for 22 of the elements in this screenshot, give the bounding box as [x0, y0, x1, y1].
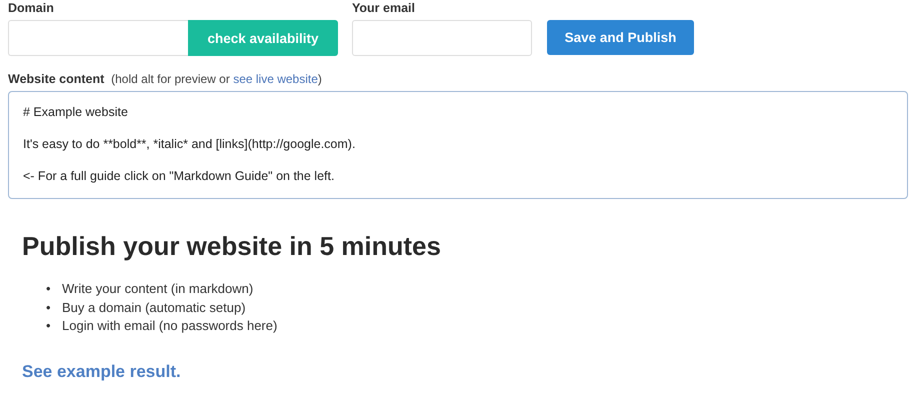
- example-result-link[interactable]: See example result.: [22, 362, 181, 382]
- hint-end-text: ): [318, 72, 322, 86]
- hint-text: (hold alt for preview or: [110, 72, 231, 86]
- bullet-item: Login with email (no passwords here): [62, 317, 278, 335]
- live-website-link[interactable]: see live website: [233, 72, 318, 86]
- editor-line: It's easy to do **bold**, *italic* and [links](http://google.com).: [23, 136, 356, 152]
- bullet-item: Write your content (in markdown): [62, 280, 254, 298]
- editor-line: # Example website: [23, 104, 128, 120]
- save-and-publish-button[interactable]: Save and Publish: [547, 20, 694, 55]
- email-label: Your email: [352, 1, 416, 15]
- editor-line: <- For a full guide click on "Markdown Guide" on the left.: [23, 168, 334, 184]
- domain-field[interactable]: [8, 20, 188, 56]
- bullet-marker: •: [46, 298, 52, 316]
- bullet-marker: •: [46, 280, 52, 298]
- domain-label: Domain: [8, 1, 55, 15]
- bullet-item: Buy a domain (automatic setup): [62, 298, 246, 317]
- bullet-marker: •: [46, 317, 52, 335]
- content-editor[interactable]: # Example website It's easy to do **bold**, *italic* and [links](http://google.com). <- For a full guide click on "Markdown Guide" on the left.: [8, 91, 908, 199]
- heading: Publish your website in 5 minutes: [22, 231, 442, 262]
- email-field[interactable]: [352, 20, 532, 56]
- check-availability-button[interactable]: check availability: [188, 20, 338, 56]
- content-label: Website content: [8, 72, 104, 86]
